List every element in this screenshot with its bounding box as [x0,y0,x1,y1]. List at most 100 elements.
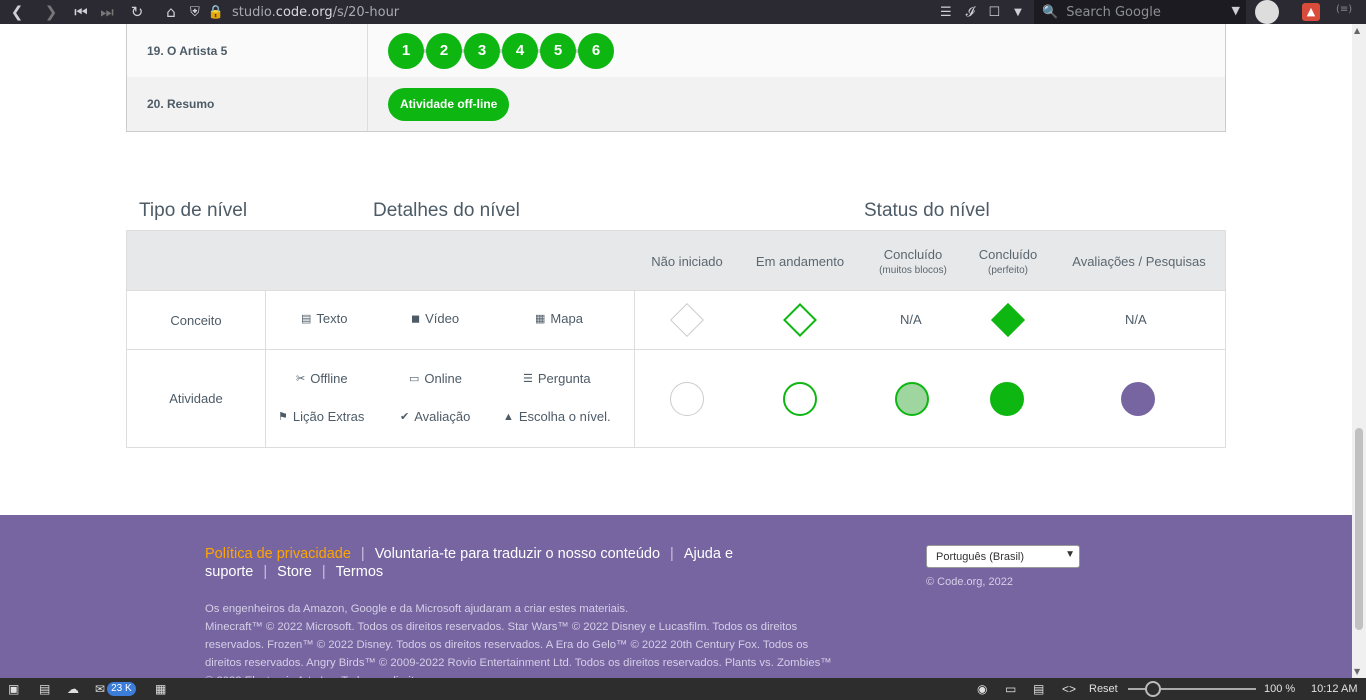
home-icon[interactable]: ⌂ [158,0,184,24]
legend-row-activity: Atividade ✂ Offline ▭ Online ☰ Pergunta ⚑ Li… [127,350,1225,447]
level-bubbles: 1 2 3 4 5 6 [368,24,1225,77]
offline-activity-pill[interactable]: Atividade off-line [388,87,510,121]
detail-assessment: ✔ Avaliação [400,409,471,424]
site-footer: Política de privacidade | Voluntaria-te pa… [0,515,1352,678]
search-dropdown-icon[interactable]: ▼ [1232,4,1240,17]
detail-text: ▤ Texto [301,311,348,326]
concept-label: Conceito [127,291,266,349]
mail-icon[interactable]: ✉ 23 K [95,681,136,697]
code-icon[interactable]: <> [1062,681,1076,697]
zoom-reset[interactable]: Reset [1089,681,1118,697]
scroll-up-icon[interactable]: ▲ [1354,26,1360,35]
menu-chevron-icon[interactable]: ▼ [1014,7,1022,18]
progress-table: 19. O Artista 5 1 2 3 4 5 6 20. Resumo A… [126,24,1226,132]
browser-toolbar: ❮ ❯ ⏮ ⏭ ↻ ⌂ ⛨ 🔒 studio.code.org/s/20-hou… [0,0,1366,24]
col-in-progress: Em andamento [755,253,845,269]
col-assessments: Avaliações / Pesquisas [1072,253,1206,269]
level-bubble[interactable]: 2 [426,32,462,69]
activity-perfect [990,382,1024,416]
check-circle-icon: ✔ [400,411,410,423]
sidebar-toggle-icon[interactable]: ▣ [8,681,19,697]
bookmark-icon[interactable]: ☐ [988,5,1000,20]
scroll-thumb[interactable] [1355,428,1363,630]
detail-offline: ✂ Offline [296,371,348,386]
legend-type-heading: Tipo de nível [139,200,248,221]
table-row: 19. O Artista 5 1 2 3 4 5 6 [127,24,1225,77]
scissors-icon: ✂ [296,373,306,385]
window-icon[interactable]: ▭ [1005,681,1016,697]
col-completed-many: Concluído (muitos blocos) [879,246,947,276]
taskbar: ▣ ▤ ☁ ✉ 23 K ▦ ◉ ▭ ▤ <> Reset 100 % 10:12… [0,678,1366,700]
level-bubble[interactable]: 5 [540,32,576,69]
detail-video: ◼ Vídeo [411,311,460,326]
lock-icon: 🔒 [207,4,224,20]
level-legend-table: Não iniciado Em andamento Concluído (muit… [126,230,1226,448]
search-icon: 🔍 [1042,4,1059,20]
activity-assessment [1121,382,1155,416]
copyright: © Code.org, 2022 [926,576,1013,588]
activity-in-progress [783,382,817,416]
camera-icon[interactable]: ◉ [977,681,987,697]
extension-icon[interactable]: ▲ [1302,3,1320,21]
activity-label: Atividade [127,350,266,447]
legend-header-row: Não iniciado Em andamento Concluído (muit… [127,231,1225,291]
shield-icon: ⛨ [190,4,200,20]
cloud-icon[interactable]: ☁ [67,681,79,697]
sitemap-icon: ▲ [503,410,514,423]
reader-icon[interactable]: ☰ [940,5,952,20]
level-bubble[interactable]: 3 [464,32,500,69]
level-bubble[interactable]: 4 [502,32,538,69]
page-content: 19. O Artista 5 1 2 3 4 5 6 20. Resumo A… [0,24,1352,678]
lesson-name[interactable]: 19. O Artista 5 [127,24,368,77]
lesson-name[interactable]: 20. Resumo [127,77,368,131]
col-completed-perfect: Concluído (perfeito) [978,246,1038,276]
page-scrollbar[interactable]: ▲ ▼ [1352,24,1366,678]
concept-not-started [670,303,704,337]
detail-extras: ⚑ Lição Extras [278,409,365,424]
forward-icon[interactable]: ❯ [38,0,64,24]
volunteer-link[interactable]: Voluntaria-te para traduzir o nosso cont… [375,546,660,562]
legal-text: Os engenheiros da Amazon, Google e da Mi… [205,603,832,678]
zoom-level: 100 % [1264,683,1296,695]
store-link[interactable]: Store [277,564,312,580]
tabs-icon[interactable]: ▤ [39,681,50,697]
first-icon[interactable]: ⏮ [68,0,94,24]
level-bubble[interactable]: 1 [388,32,424,69]
url-bar[interactable]: ⛨ 🔒 studio.code.org/s/20-hour [190,0,399,24]
search-input[interactable]: 🔍 Search Google ▼ [1034,0,1246,24]
back-icon[interactable]: ❮ [4,0,30,24]
zoom-slider-thumb[interactable] [1145,681,1161,697]
level-bubbles: Atividade off-line [368,77,1225,131]
terms-link[interactable]: Termos [336,564,384,580]
privacy-link[interactable]: Política de privacidade [205,546,351,562]
reload-icon[interactable]: ↻ [124,0,150,24]
overflow-icon[interactable]: (≡) [1336,4,1352,15]
profile-avatar[interactable] [1255,0,1279,24]
last-icon[interactable]: ⏭ [94,0,120,24]
image-icon[interactable]: ▤ [1033,681,1044,697]
concept-perfect [991,303,1025,337]
detail-question: ☰ Pergunta [523,371,591,386]
legend-headers: Tipo de nível Detalhes do nível Status d… [0,200,1352,230]
clock: 10:12 AM [1311,683,1358,695]
level-bubble[interactable]: 6 [578,32,614,69]
footer-links: Política de privacidade | Voluntaria-te pa… [205,546,734,580]
activity-details: ✂ Offline ▭ Online ☰ Pergunta ⚑ Lição Extras… [266,350,635,447]
legend-status-heading: Status do nível [864,200,990,221]
concept-na-many: N/A [900,312,922,327]
mail-count: 23 K [107,682,136,696]
language-select[interactable]: Português (Brasil) ▼ [926,545,1080,568]
translate-icon[interactable]: 𝓘 [966,5,975,20]
video-camera-icon: ◼ [411,313,421,325]
detail-online: ▭ Online [409,371,462,386]
url-text: studio.code.org/s/20-hour [231,4,400,20]
calendar-icon[interactable]: ▦ [155,681,166,697]
flag-checkered-icon: ⚑ [278,411,288,423]
desktop-icon: ▭ [409,373,420,385]
scroll-down-icon[interactable]: ▼ [1354,667,1360,676]
search-placeholder: Search Google [1066,4,1161,20]
table-row: 20. Resumo Atividade off-line [127,77,1225,131]
chevron-down-icon: ▼ [1065,549,1075,560]
detail-map: ▦ Mapa [535,311,583,326]
list-icon: ☰ [523,373,533,385]
